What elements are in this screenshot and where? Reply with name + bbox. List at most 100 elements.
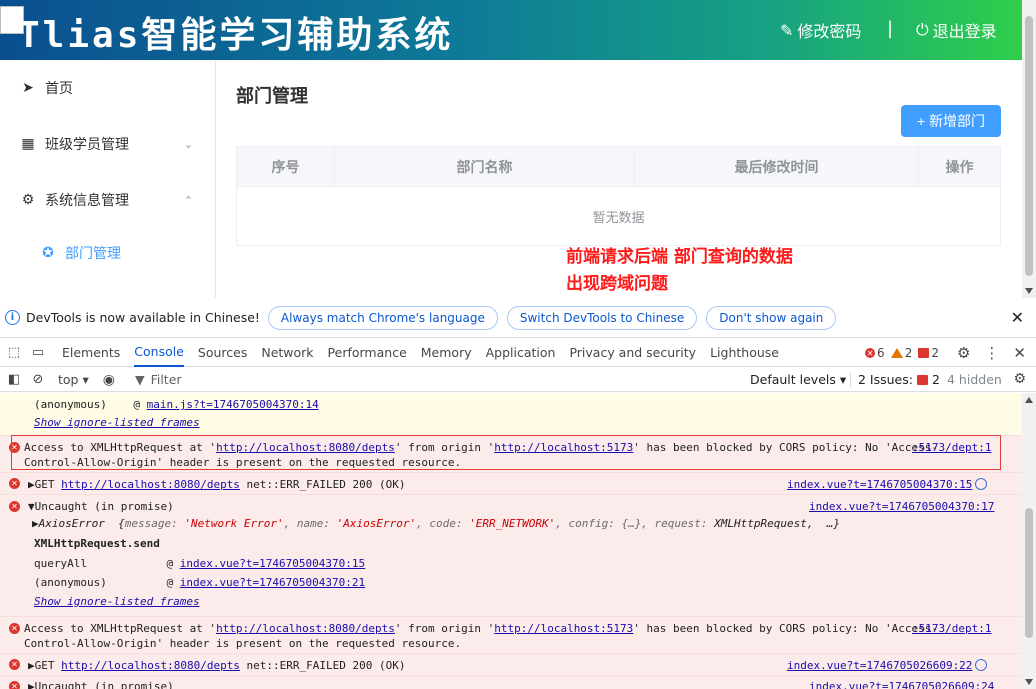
switch-chinese-button[interactable]: Switch DevTools to Chinese — [506, 305, 698, 330]
context-select[interactable]: top ▾ — [58, 372, 89, 387]
source-link[interactable]: :5173/dept:1 — [912, 622, 991, 635]
console-settings-icon[interactable]: ⚙ — [1013, 371, 1026, 387]
gear-icon: ⚙ — [21, 192, 35, 208]
inspect-icon[interactable]: ⬚ — [4, 343, 24, 363]
error-icon: ✕ — [9, 623, 20, 634]
device-toggle-icon[interactable]: ▭ — [28, 343, 48, 363]
error-icon: ✕ — [9, 501, 20, 512]
filter-icon: ▼ — [134, 372, 145, 387]
console-error-row: ✕ ▶GET http://localhost:8080/depts net::… — [0, 653, 1022, 675]
tab-application[interactable]: Application — [486, 339, 556, 367]
red-annotation: 前端请求后端 部门查询的数据 出现跨域问题 — [566, 247, 793, 294]
col-name: 部门名称 — [335, 147, 635, 187]
default-levels-select[interactable]: Default levels ▾ — [750, 372, 846, 387]
network-globe-icon[interactable] — [975, 659, 987, 671]
scroll-down-arrow[interactable] — [1025, 679, 1033, 685]
warning-icon — [890, 348, 903, 358]
sidebar: ➤ 首页 ▦ 班级学员管理 ⌄ ⚙ 系统信息管理 ⌃ ✪ 部门管理 — [0, 60, 216, 298]
sidebar-toggle-icon[interactable]: ◧ — [4, 370, 24, 390]
console-scrollbar[interactable] — [1022, 393, 1036, 689]
table-header: 序号 部门名称 最后修改时间 操作 — [237, 147, 1000, 187]
dept-table: 序号 部门名称 最后修改时间 操作 暂无数据 — [236, 146, 1001, 246]
tab-sources[interactable]: Sources — [198, 339, 247, 367]
app-page: Tlias智能学习辅助系统 ✎ 修改密码 | ⏻ 退出登录 ➤ 首页 ▦ 班级学… — [0, 0, 1022, 298]
console-error-row: ✕ ▼Uncaught (in promise) index.vue?t=174… — [0, 494, 1022, 616]
devtools-infobar: i DevTools is now available in Chinese! … — [0, 298, 1036, 338]
app-title: Tlias智能学习辅助系统 — [18, 15, 454, 56]
more-menu-icon[interactable]: ⋮ — [984, 344, 999, 362]
console-error-row: ✕ Access to XMLHttpRequest at 'http://lo… — [0, 616, 1022, 653]
tab-console[interactable]: Console — [134, 339, 184, 367]
source-link[interactable]: index.vue?t=1746705004370:15 — [787, 478, 972, 491]
issue-icon — [916, 374, 928, 385]
tab-network[interactable]: Network — [261, 339, 313, 367]
sidebar-item-class-student[interactable]: ▦ 班级学员管理 ⌄ — [0, 116, 215, 172]
tab-lighthouse[interactable]: Lighthouse — [710, 339, 779, 367]
highlight-box — [11, 435, 1001, 470]
clear-console-icon[interactable]: ⊘ — [28, 370, 48, 390]
issues-link[interactable]: 2 Issues: 2 — [850, 372, 940, 387]
console-scrollbar-thumb[interactable] — [1025, 508, 1033, 638]
tab-privacy[interactable]: Privacy and security — [569, 339, 696, 367]
dont-show-again-button[interactable]: Don't show again — [706, 305, 837, 330]
issue-count[interactable]: 2 — [918, 346, 939, 360]
stack-link[interactable]: main.js?t=1746705004370:14 — [147, 398, 319, 411]
stack-link[interactable]: index.vue?t=1746705004370:15 — [180, 557, 365, 570]
sidebar-item-system-info[interactable]: ⚙ 系统信息管理 ⌃ — [0, 172, 215, 228]
error-icon: ✕ — [9, 659, 20, 670]
source-link[interactable]: index.vue?t=1746705026609:24 — [809, 680, 994, 689]
col-update-time: 最后修改时间 — [635, 147, 919, 187]
console-error-row: ✕ ▶GET http://localhost:8080/depts net::… — [0, 472, 1022, 494]
error-icon: ✕ — [865, 348, 876, 358]
filter-input[interactable]: ▼ Filter — [129, 370, 689, 390]
col-actions: 操作 — [945, 160, 974, 176]
eye-icon[interactable]: ◉ — [103, 372, 115, 388]
logout-button[interactable]: ⏻ 退出登录 — [916, 18, 997, 42]
power-icon: ⏻ — [916, 20, 929, 39]
source-link[interactable]: index.vue?t=1746705004370:17 — [809, 500, 994, 513]
close-devtools-icon[interactable]: ✕ — [1013, 344, 1026, 362]
devtools-panel: i DevTools is now available in Chinese! … — [0, 298, 1036, 689]
send-icon: ➤ — [22, 80, 34, 96]
sidebar-item-home[interactable]: ➤ 首页 — [0, 60, 215, 116]
error-icon: ✕ — [9, 681, 20, 689]
page-scrollbar[interactable] — [1022, 0, 1036, 298]
tab-elements[interactable]: Elements — [62, 339, 120, 367]
table-empty-text: 暂无数据 — [592, 210, 645, 226]
add-dept-button[interactable]: + 新增部门 — [901, 105, 1001, 137]
tab-memory[interactable]: Memory — [421, 339, 472, 367]
axios-error-object[interactable]: ▶AxiosError {message: 'Network Error', n… — [32, 517, 840, 530]
stack-link[interactable]: index.vue?t=1746705004370:21 — [180, 576, 365, 589]
header-separator: | — [887, 18, 894, 39]
page-scrollbar-thumb[interactable] — [1025, 16, 1033, 276]
sidebar-item-dept[interactable]: ✪ 部门管理 — [0, 225, 215, 281]
devtools-tabbar: ⬚ ▭ Elements Console Sources Network Per… — [0, 339, 1036, 367]
issue-icon — [918, 348, 930, 358]
console-filterbar: ◧ ⊘ top ▾ ◉ ▼ Filter Default levels ▾ 2 … — [0, 368, 1036, 392]
error-count[interactable]: ✕ 6 — [865, 346, 885, 360]
tab-performance[interactable]: Performance — [328, 339, 407, 367]
source-link[interactable]: index.vue?t=1746705026609:22 — [787, 659, 972, 672]
change-password-button[interactable]: ✎ 修改密码 — [780, 18, 861, 42]
close-icon[interactable]: ✕ — [1011, 308, 1024, 327]
match-language-button[interactable]: Always match Chrome's language — [267, 305, 498, 330]
info-icon: i — [5, 310, 20, 325]
chevron-down-icon: ⌄ — [183, 137, 193, 151]
settings-gear-icon[interactable]: ⚙ — [957, 344, 970, 362]
app-header: Tlias智能学习辅助系统 ✎ 修改密码 | ⏻ 退出登录 — [0, 0, 1022, 60]
console-warning-row: (anonymous) @ main.js?t=1746705004370:14… — [0, 393, 1022, 435]
console-log: (anonymous) @ main.js?t=1746705004370:14… — [0, 393, 1022, 689]
grid-icon: ▦ — [21, 136, 35, 152]
scroll-down-arrow[interactable] — [1025, 288, 1033, 294]
network-globe-icon[interactable] — [975, 478, 987, 490]
warning-count[interactable]: 2 — [890, 346, 912, 360]
infobar-message: DevTools is now available in Chinese! — [26, 310, 260, 325]
dept-icon: ✪ — [42, 245, 54, 261]
show-ignore-link[interactable]: Show ignore-listed frames — [34, 416, 200, 429]
show-ignore-link[interactable]: Show ignore-listed frames — [34, 595, 200, 608]
scroll-up-arrow[interactable] — [1025, 397, 1033, 403]
chevron-up-icon: ⌃ — [183, 193, 193, 207]
hidden-count: 4 hidden — [947, 372, 1002, 387]
console-error-row: ✕ ▶Uncaught (in promise) index.vue?t=174… — [0, 675, 1022, 689]
tabbar-counters: ✕ 6 2 2 ⚙ ⋮ ✕ — [865, 339, 1036, 367]
